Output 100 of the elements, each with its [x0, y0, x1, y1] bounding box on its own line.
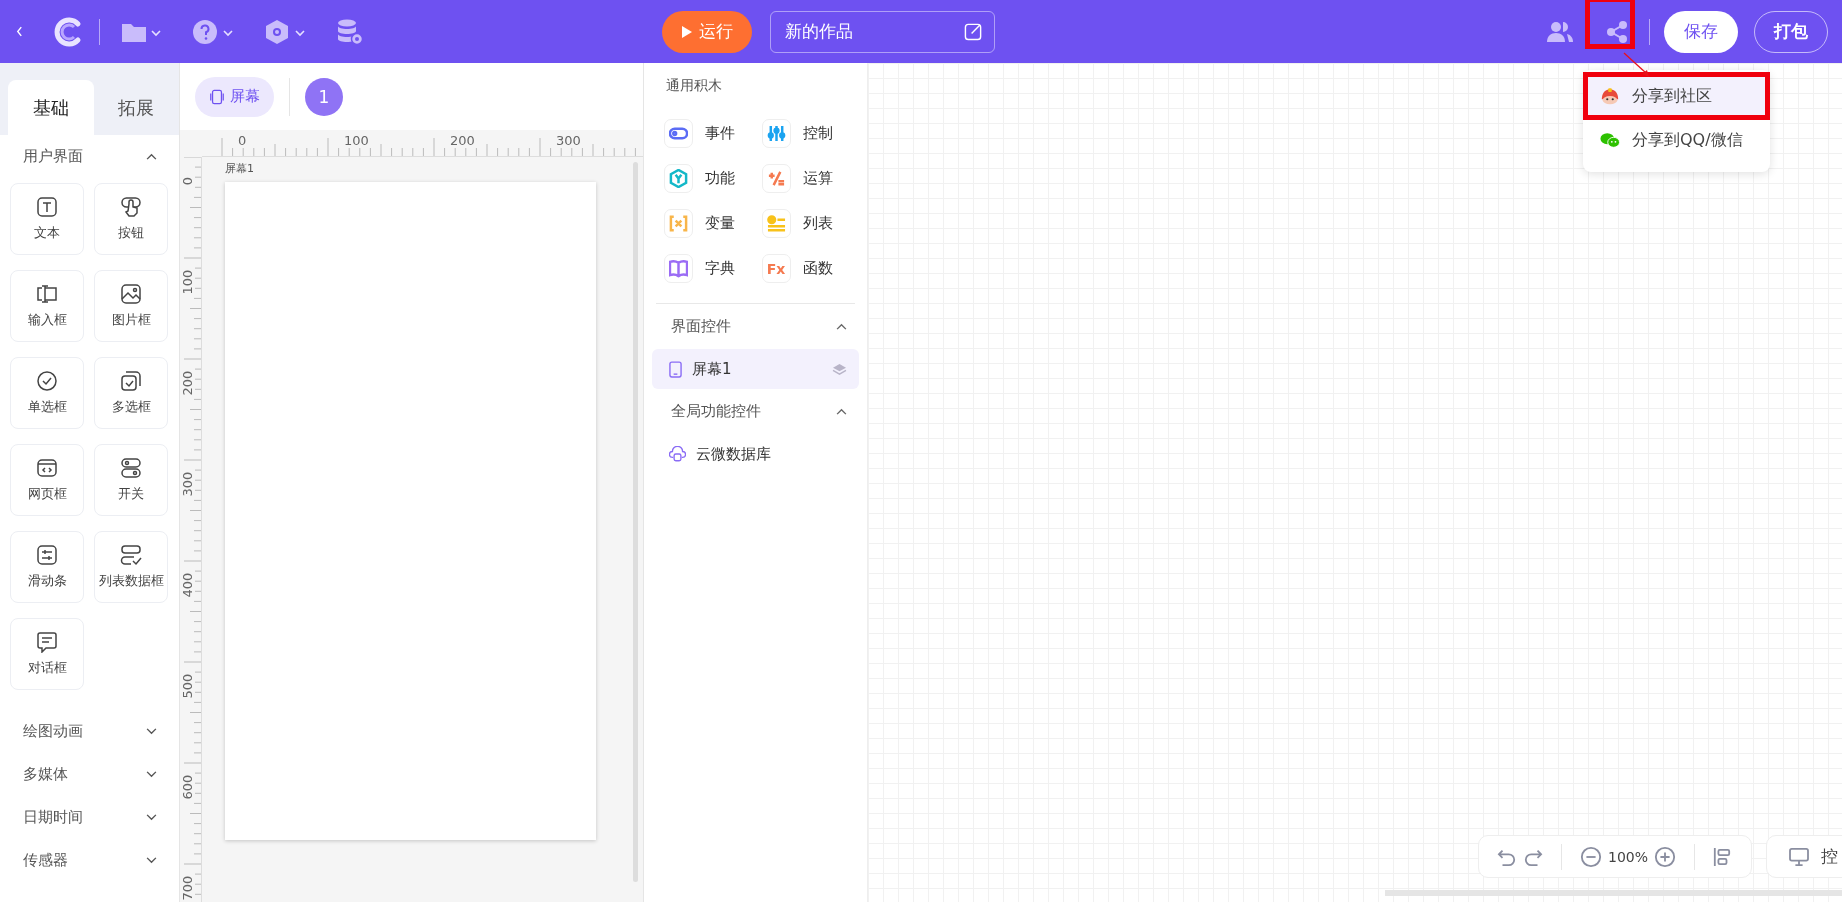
menu-item[interactable]: 分享到QQ/微信	[1583, 118, 1770, 162]
ruler-label: 600	[180, 772, 195, 802]
component-label: 文本	[34, 224, 60, 242]
block-category[interactable]: 功能	[664, 164, 762, 193]
scrollbar[interactable]	[1385, 890, 1842, 896]
component-tile[interactable]: 单选框	[10, 357, 84, 429]
ruler-label: 400	[180, 570, 195, 600]
undo-icon[interactable]	[1497, 847, 1517, 866]
checkbox-component-icon	[120, 370, 142, 392]
zoom-in-icon[interactable]	[1654, 845, 1677, 868]
back-icon[interactable]	[16, 26, 23, 37]
ruler-label: 100	[342, 133, 371, 148]
share-icon[interactable]	[1605, 19, 1629, 44]
block-category[interactable]: 事件	[664, 119, 762, 148]
ruler-label: 500	[180, 671, 195, 701]
block-category[interactable]: 字典	[664, 254, 762, 283]
help-icon[interactable]	[192, 18, 234, 45]
section-title[interactable]: 传感器	[23, 851, 68, 870]
control-item[interactable]: 云微数据库	[652, 434, 859, 474]
component-tile[interactable]: 列表数据框	[94, 531, 168, 603]
layers-icon[interactable]	[832, 362, 847, 376]
zoom-out-icon[interactable]	[1580, 845, 1602, 868]
align-icon[interactable]	[1713, 846, 1732, 867]
tab[interactable]: 拓展	[93, 80, 179, 135]
block-category[interactable]: 变量	[664, 209, 762, 238]
section-title[interactable]: 用户界面	[23, 147, 83, 166]
block-category[interactable]: 列表	[761, 209, 859, 238]
database-icon[interactable]	[336, 17, 364, 46]
tab[interactable]: 基础	[8, 80, 94, 135]
component-label: 输入框	[27, 311, 67, 329]
control-item[interactable]: 屏幕1	[652, 349, 859, 389]
radio-component-icon	[36, 370, 58, 392]
chevron-icon[interactable]	[146, 857, 157, 864]
component-tile[interactable]: 滑动条	[10, 531, 84, 603]
input-component-icon	[36, 283, 58, 305]
screen-button[interactable]: 屏幕	[195, 76, 274, 117]
page-badge[interactable]: 1	[305, 77, 343, 116]
group-title[interactable]: 全局功能控件	[671, 402, 761, 421]
pointer-arrow	[1622, 52, 1652, 78]
function-category-icon: Fx	[766, 260, 786, 277]
slider-component-icon	[36, 544, 58, 566]
component-label: 单选框	[27, 398, 67, 416]
group-title[interactable]: 界面控件	[671, 317, 731, 336]
chevron-icon[interactable]	[836, 408, 847, 415]
component-label: 列表数据框	[98, 572, 164, 590]
text-component-icon	[36, 196, 58, 218]
panel-title: 通用积木	[665, 77, 723, 95]
component-tile[interactable]: 文本	[10, 183, 84, 255]
chevron-icon[interactable]	[146, 728, 157, 735]
section-title[interactable]: 多媒体	[23, 765, 68, 784]
save-button[interactable]: 保存	[1664, 10, 1738, 53]
phone-icon	[209, 88, 225, 105]
wechat-icon	[1600, 131, 1620, 149]
scrollbar[interactable]	[633, 162, 638, 882]
cloud-database-icon	[669, 446, 686, 462]
ruler-label: 200	[180, 368, 195, 398]
component-tile[interactable]: 多选框	[94, 357, 168, 429]
console-button[interactable]: 控	[1766, 835, 1842, 878]
zoom-level: 100%	[1608, 848, 1649, 865]
chevron-icon[interactable]	[146, 771, 157, 778]
list-component-icon	[120, 544, 142, 566]
component-label: 多选框	[111, 398, 151, 416]
dialog-component-icon	[36, 631, 58, 653]
chevron-icon[interactable]	[146, 814, 157, 821]
component-label: 图片框	[111, 311, 151, 329]
menu-item[interactable]: 分享到社区	[1583, 74, 1770, 118]
screen-label: 屏幕1	[225, 161, 255, 177]
component-label: 对话框	[27, 659, 67, 677]
component-tile[interactable]: 按钮	[94, 183, 168, 255]
image-component-icon	[120, 283, 142, 305]
block-category[interactable]: 控制	[761, 119, 859, 148]
component-tile[interactable]: 对话框	[10, 618, 84, 690]
component-tile[interactable]: 网页框	[10, 444, 84, 516]
component-tile[interactable]: 图片框	[94, 270, 168, 342]
component-label: 按钮	[118, 224, 144, 242]
ruler-label: 200	[448, 133, 477, 148]
collaborators-icon[interactable]	[1547, 19, 1573, 44]
ruler-label: 300	[180, 469, 195, 499]
component-label: 开关	[118, 485, 144, 503]
highlight-frame	[1585, 0, 1635, 49]
block-category[interactable]: 运算	[761, 164, 859, 193]
component-tile[interactable]: 开关	[94, 444, 168, 516]
play-icon	[681, 24, 693, 39]
chevron-icon[interactable]	[146, 153, 157, 160]
section-title[interactable]: 日期时间	[23, 808, 83, 827]
component-tile[interactable]: 输入框	[10, 270, 84, 342]
monitor-icon	[1789, 847, 1809, 866]
ruler-label: 0	[236, 133, 249, 148]
section-title[interactable]: 绘图动画	[23, 722, 83, 741]
phone-icon	[669, 360, 682, 378]
ruler-label: 300	[554, 133, 583, 148]
chevron-icon[interactable]	[836, 323, 847, 330]
button-component-icon	[120, 196, 142, 218]
component-label: 滑动条	[27, 572, 67, 590]
block-category[interactable]: Fx 函数	[761, 254, 859, 283]
switch-component-icon	[120, 457, 142, 479]
settings-icon[interactable]	[264, 18, 306, 45]
edit-icon[interactable]	[964, 21, 983, 41]
redo-icon[interactable]	[1523, 847, 1543, 866]
component-label: 网页框	[27, 485, 67, 503]
